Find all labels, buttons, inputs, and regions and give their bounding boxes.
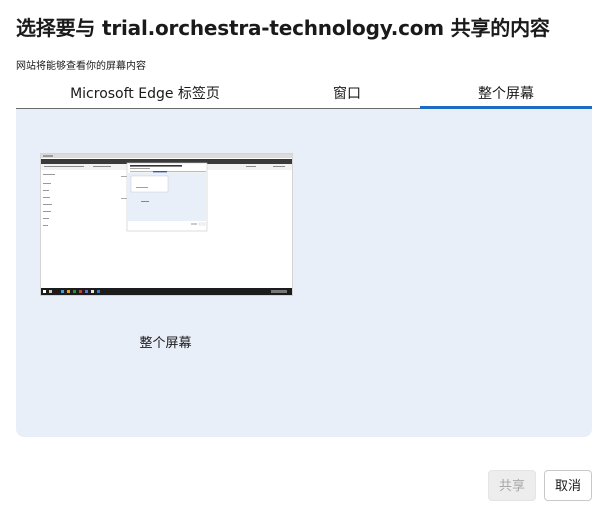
- tab-edge-tabs[interactable]: Microsoft Edge 标签页: [16, 82, 274, 109]
- screen-thumbnail[interactable]: [40, 153, 293, 296]
- tab-entire-screen[interactable]: 整个屏幕: [420, 82, 592, 109]
- screen-preview-image: [41, 154, 292, 295]
- share-dialog: 选择要与 trial.orchestra-technology.com 共享的内…: [0, 0, 607, 518]
- screen-label: 整个屏幕: [139, 336, 192, 351]
- source-tabs: Microsoft Edge 标签页 窗口 整个屏幕: [16, 82, 592, 109]
- screen-list-panel: 整个屏幕: [16, 109, 592, 437]
- share-button[interactable]: 共享: [488, 470, 536, 501]
- dialog-subtitle: 网站将能够查看你的屏幕内容: [16, 61, 146, 72]
- tab-window[interactable]: 窗口: [274, 82, 420, 109]
- dialog-title: 选择要与 trial.orchestra-technology.com 共享的内…: [16, 16, 550, 40]
- cancel-button[interactable]: 取消: [544, 470, 592, 501]
